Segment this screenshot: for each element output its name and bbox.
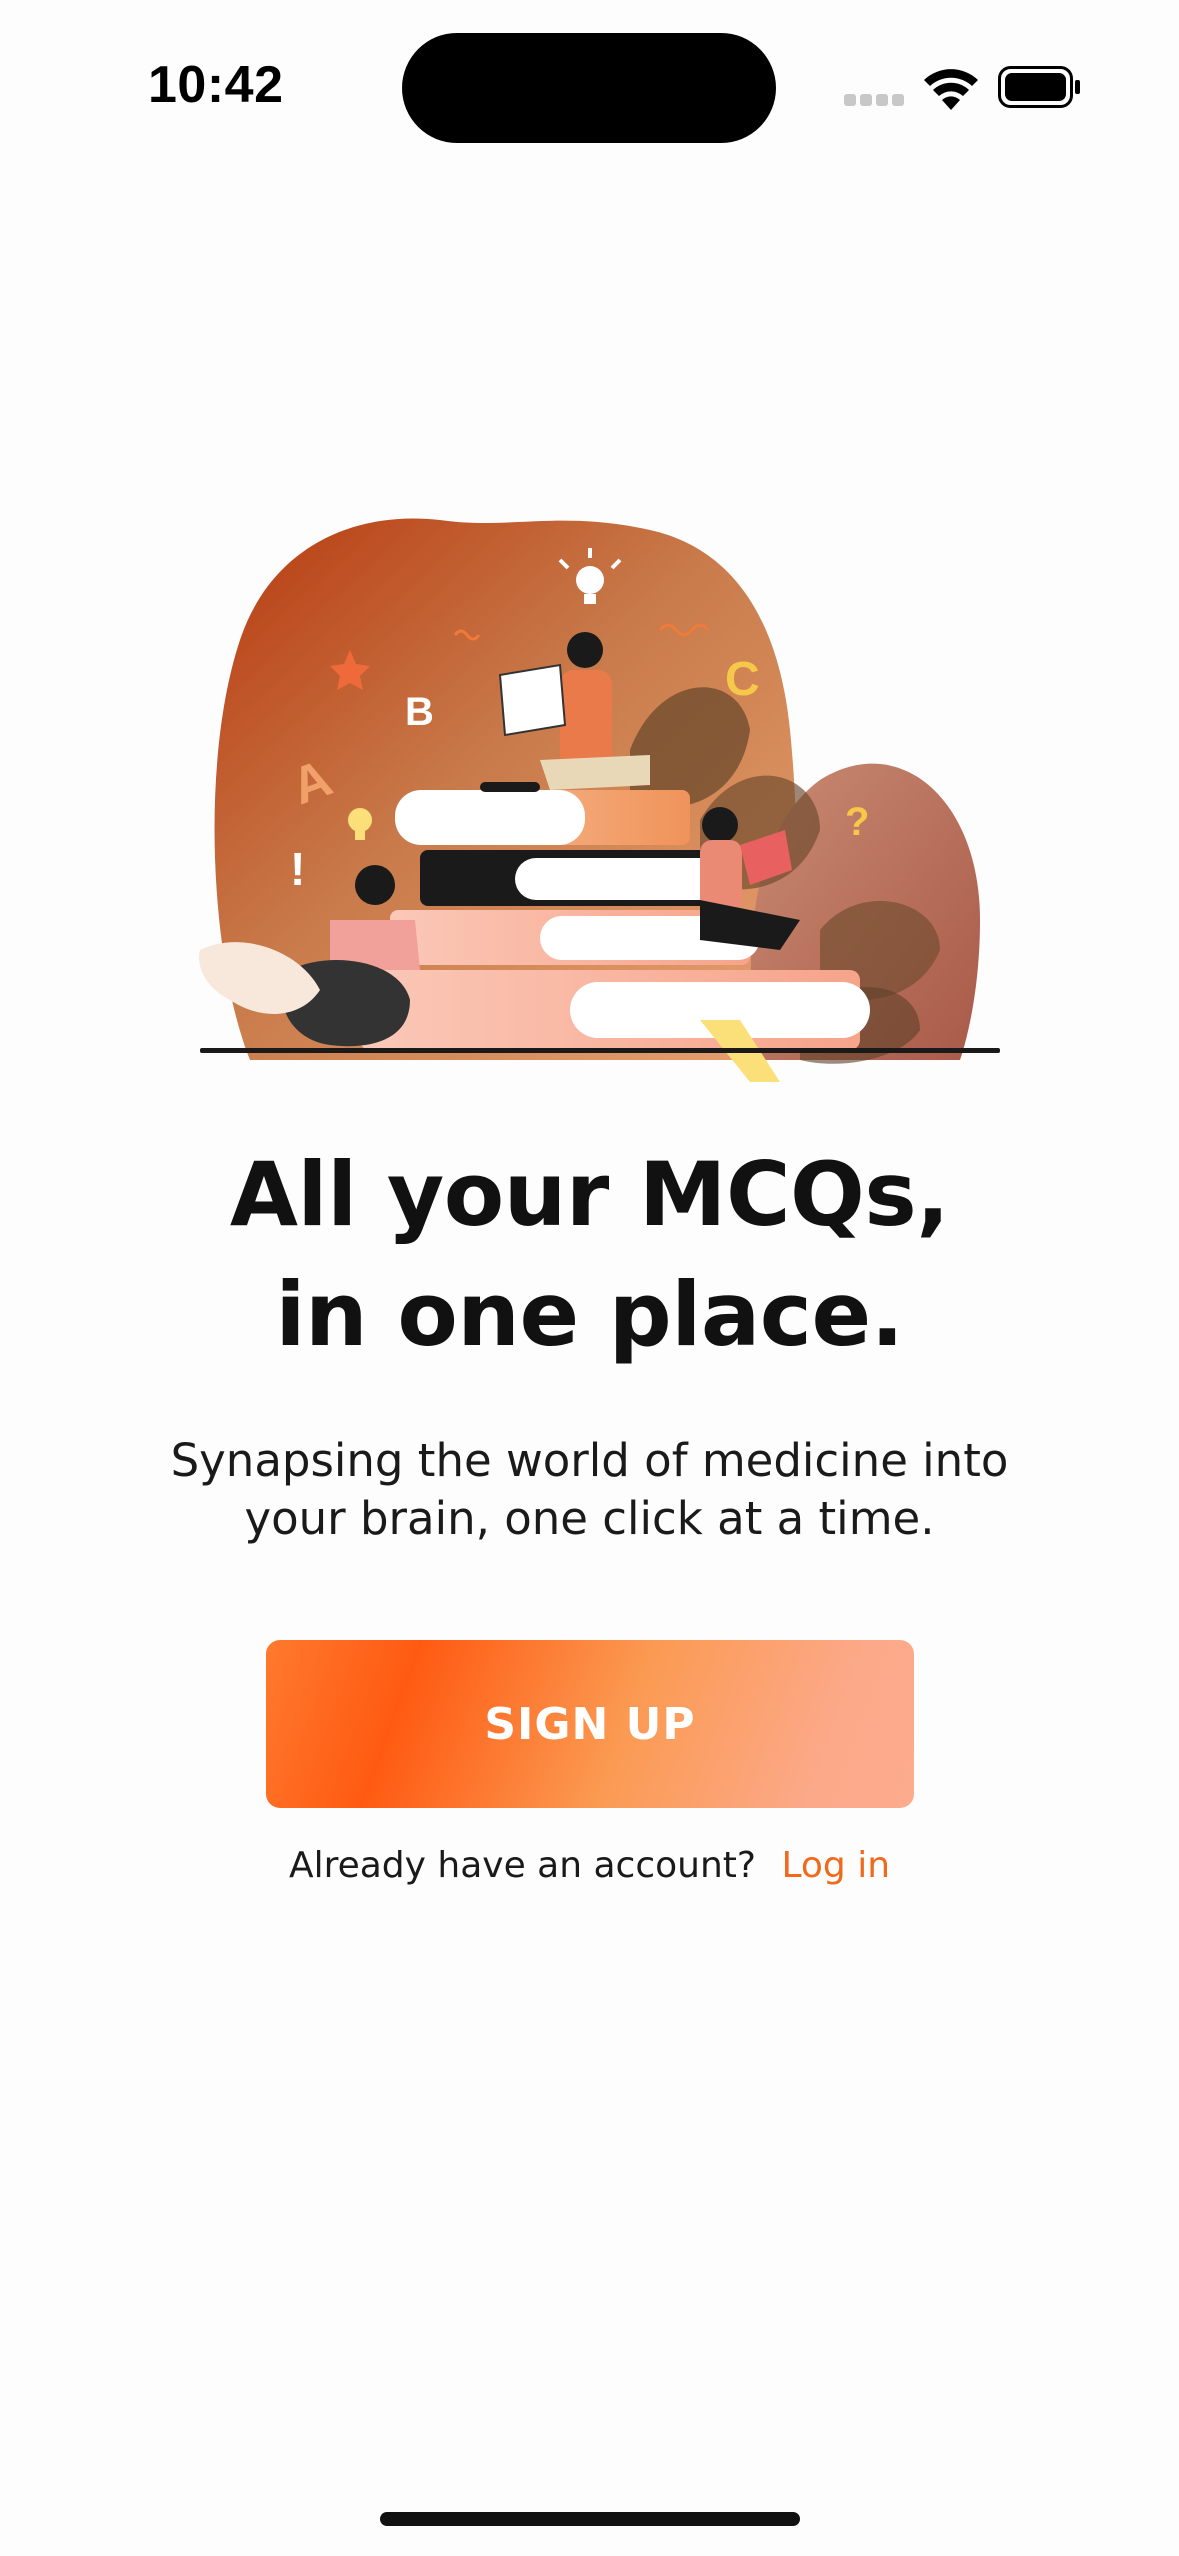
dynamic-island xyxy=(402,33,776,143)
hero-letter-b: B xyxy=(405,690,434,734)
hero-question: ? xyxy=(845,800,869,844)
battery-icon xyxy=(998,66,1080,108)
home-indicator[interactable] xyxy=(380,2512,800,2526)
wifi-icon xyxy=(924,69,978,110)
login-row: Already have an account? Log in xyxy=(0,1845,1179,1886)
hero-illustration: A B C ? ! xyxy=(199,518,1000,1082)
status-time: 10:42 xyxy=(148,56,284,114)
signup-button[interactable]: SIGN UP xyxy=(266,1640,914,1808)
signal-icon xyxy=(844,94,906,106)
status-bar: 10:42 xyxy=(0,0,1179,170)
subtitle-line-2: your brain, one click at a time. xyxy=(244,1492,935,1545)
subtitle-line-1: Synapsing the world of medicine into xyxy=(170,1434,1009,1487)
login-link[interactable]: Log in xyxy=(781,1845,890,1886)
login-prompt: Already have an account? xyxy=(288,1845,757,1886)
headline-line-1: All your MCQs, xyxy=(229,1143,950,1246)
subtitle: Synapsing the world of medicine into you… xyxy=(100,1432,1079,1548)
headline-line-2: in one place. xyxy=(275,1263,904,1366)
hero-letter-c: C xyxy=(725,653,760,706)
hero-exclaim: ! xyxy=(290,843,305,895)
headline: All your MCQs, in one place. xyxy=(0,1135,1179,1375)
